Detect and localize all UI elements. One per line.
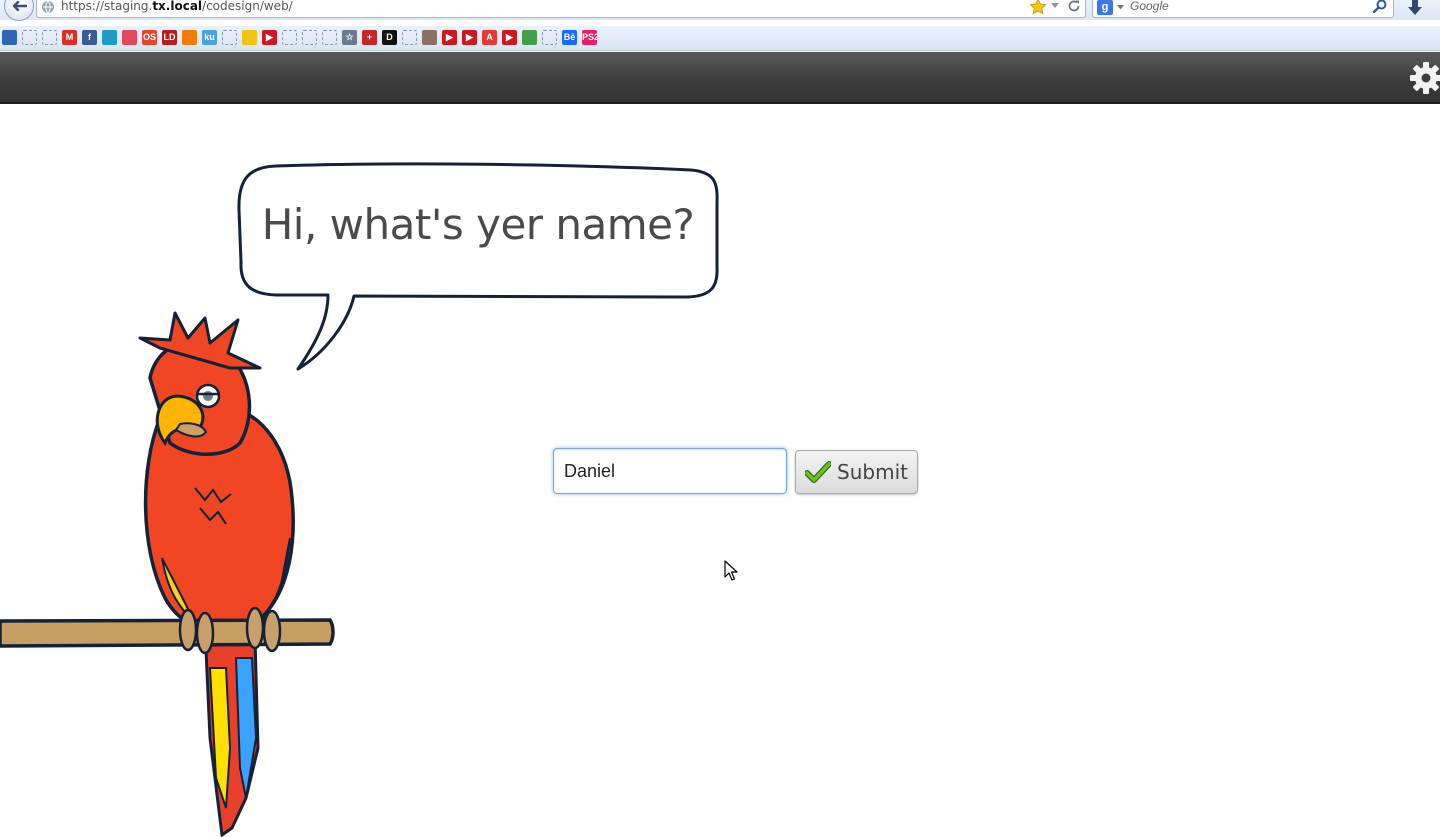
gmail-icon[interactable]: M [62, 30, 77, 45]
search-placeholder: Google [1130, 0, 1169, 13]
search-icon[interactable] [1373, 0, 1387, 13]
bookmark-icon[interactable]: ku [202, 30, 217, 45]
blank-icon[interactable] [22, 30, 37, 45]
bookmark-icon[interactable]: LD [162, 30, 177, 45]
search-icon[interactable] [2, 30, 17, 45]
bookmark-icon[interactable]: D [382, 30, 397, 45]
bookmarks-list: Mf OS LD ku ▶ ☆ + D ▶ ▶ A ▶ Bē PS2 [2, 30, 597, 45]
blank-icon[interactable] [542, 30, 557, 45]
bookmark-icon[interactable] [102, 30, 117, 45]
blank-icon[interactable] [402, 30, 417, 45]
blank-icon[interactable] [222, 30, 237, 45]
star-outline-icon[interactable]: ☆ [342, 30, 357, 45]
youtube-icon[interactable]: ▶ [442, 30, 457, 45]
mouse-cursor-icon [724, 560, 738, 581]
name-input[interactable] [553, 448, 787, 494]
check-icon [805, 461, 832, 483]
facebook-icon[interactable]: f [82, 30, 97, 45]
ps2pdf-icon[interactable]: PS2 [582, 30, 597, 45]
chevron-down-icon[interactable] [1117, 5, 1124, 10]
browser-toolbar: https://staging.tx.local/codesign/web/ g… [0, 0, 1440, 21]
app-header [0, 52, 1440, 104]
blank-icon[interactable] [302, 30, 317, 45]
speech-text: Hi, what's yer name? [261, 200, 695, 249]
bookmark-icon[interactable] [522, 30, 537, 45]
google-icon[interactable]: g [1097, 0, 1113, 15]
youtube-icon[interactable]: ▶ [502, 30, 517, 45]
url-text: https://staging.tx.local/codesign/web/ [61, 0, 293, 13]
page: https://staging.tx.local/codesign/web/ g… [0, 0, 1440, 837]
bookmark-icon[interactable] [182, 30, 197, 45]
back-arrow-icon [12, 1, 27, 11]
parrot-illustration [0, 311, 335, 837]
bookmarks-bar: Mf OS LD ku ▶ ☆ + D ▶ ▶ A ▶ Bē PS2 [0, 26, 1440, 51]
submit-button[interactable]: Submit [795, 450, 918, 494]
youtube-icon[interactable]: ▶ [262, 30, 277, 45]
download-icon[interactable] [1406, 0, 1424, 16]
gear-icon[interactable] [1408, 60, 1440, 96]
reload-icon[interactable] [1067, 0, 1081, 13]
blank-icon[interactable] [42, 30, 57, 45]
bulb-icon[interactable] [242, 30, 257, 45]
bookmark-star-icon[interactable] [1029, 0, 1047, 15]
submit-label: Submit [837, 460, 908, 484]
plus-icon[interactable]: + [362, 30, 377, 45]
flower-icon[interactable] [122, 30, 137, 45]
back-button[interactable] [4, 0, 34, 21]
globe-icon [42, 0, 54, 14]
address-bar[interactable]: https://staging.tx.local/codesign/web/ [36, 0, 1086, 18]
adobe-icon[interactable]: A [482, 30, 497, 45]
bookmark-icon[interactable]: OS [142, 30, 157, 45]
search-bar[interactable]: g Google [1092, 0, 1394, 18]
chevron-down-icon[interactable] [1050, 2, 1060, 9]
blank-icon[interactable] [322, 30, 337, 45]
bookmark-icon[interactable] [422, 30, 437, 45]
youtube-icon[interactable]: ▶ [462, 30, 477, 45]
blank-icon[interactable] [282, 30, 297, 45]
behance-icon[interactable]: Bē [562, 30, 577, 45]
